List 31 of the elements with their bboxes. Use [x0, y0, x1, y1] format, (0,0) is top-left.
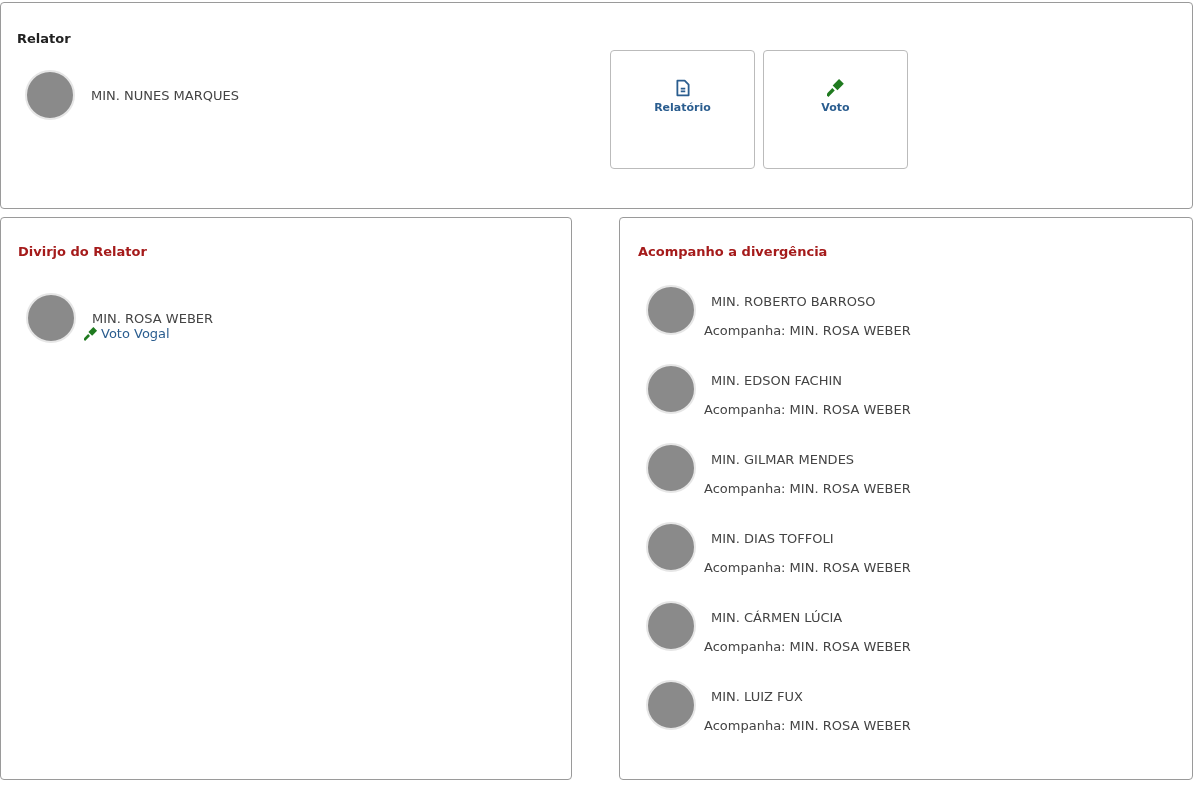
minister-name: MIN. DIAS TOFFOLI	[710, 531, 835, 546]
document-icon	[673, 79, 692, 97]
follow-note: Acompanha: MIN. ROSA WEBER	[704, 639, 911, 654]
minister-name: MIN. ROSA WEBER	[92, 311, 214, 326]
follow-note: Acompanha: MIN. ROSA WEBER	[704, 481, 911, 496]
avatar-placeholder	[646, 364, 696, 414]
follow-note: Acompanha: MIN. ROSA WEBER	[704, 560, 911, 575]
vote-link[interactable]: Voto Vogal	[84, 326, 214, 341]
section-title: Relator	[17, 31, 72, 46]
minister-name: MIN. CÁRMEN LÚCIA	[710, 610, 844, 625]
gavel-icon	[84, 326, 98, 341]
report-button[interactable]: Relatório	[610, 50, 755, 169]
follow-note: Acompanha: MIN. ROSA WEBER	[704, 402, 911, 417]
avatar-placeholder	[646, 285, 696, 335]
section-title: Divirjo do Relator	[18, 244, 148, 259]
avatar-placeholder	[646, 601, 696, 651]
avatar-placeholder	[25, 70, 75, 120]
follow-note: Acompanha: MIN. ROSA WEBER	[704, 718, 911, 733]
avatar-placeholder	[26, 293, 76, 343]
avatar-placeholder	[646, 443, 696, 493]
minister-name: MIN. GILMAR MENDES	[710, 452, 856, 467]
vote-button[interactable]: Voto	[763, 50, 908, 169]
avatar-placeholder	[646, 680, 696, 730]
minister-name: MIN. NUNES MARQUES	[91, 87, 239, 103]
avatar-placeholder	[646, 522, 696, 572]
minister-name: MIN. EDSON FACHIN	[710, 373, 843, 388]
gavel-icon	[826, 79, 845, 97]
section-title: Acompanho a divergência	[638, 244, 829, 259]
minister-name: MIN. ROBERTO BARROSO	[710, 294, 877, 309]
minister-name: MIN. LUIZ FUX	[710, 689, 804, 704]
follow-note: Acompanha: MIN. ROSA WEBER	[704, 323, 911, 338]
